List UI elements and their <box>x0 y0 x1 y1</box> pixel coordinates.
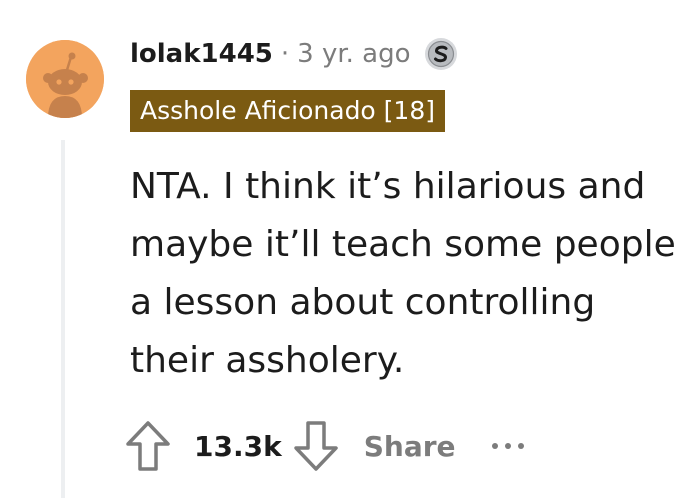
vote-score: 13.3k <box>194 429 282 463</box>
author-username[interactable]: lolak1445 <box>130 39 273 69</box>
upvote-arrow-icon <box>126 421 170 471</box>
silver-award-icon[interactable] <box>423 36 459 72</box>
upvote-button[interactable] <box>122 418 174 474</box>
comment-header: lolak1445 · 3 yr. ago <box>130 34 459 74</box>
snoo-avatar-icon <box>26 40 104 118</box>
downvote-button[interactable] <box>290 418 342 474</box>
comment-body: NTA. I think it’s hilarious and maybe it… <box>130 166 676 381</box>
separator-dot: · <box>280 39 290 69</box>
downvote-arrow-icon <box>293 421 338 471</box>
action-bar: 13.3k Share <box>122 418 524 474</box>
thread-line[interactable] <box>61 140 65 498</box>
avatar[interactable] <box>26 40 104 118</box>
more-options-button[interactable] <box>491 418 524 474</box>
more-options-icon-dot <box>504 443 511 449</box>
comment-card: lolak1445 · 3 yr. ago Asshole Aficionado… <box>0 0 700 498</box>
share-button[interactable]: Share <box>364 430 456 463</box>
more-options-icon <box>491 443 498 449</box>
author-flair: Asshole Aficionado [18] <box>130 90 445 132</box>
more-options-icon-dot <box>517 443 524 449</box>
timestamp[interactable]: 3 yr. ago <box>297 39 410 69</box>
